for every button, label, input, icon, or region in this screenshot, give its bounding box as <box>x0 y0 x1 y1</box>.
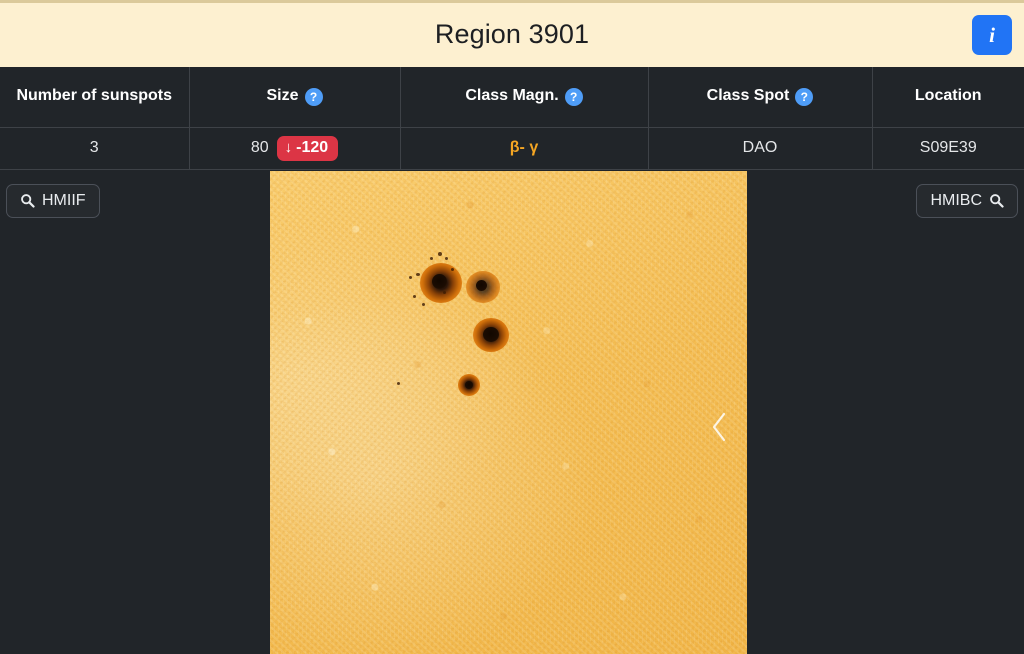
page-header: Region 3901 i <box>0 0 1024 67</box>
help-icon-size[interactable]: ? <box>304 87 323 106</box>
table-row: 3 80 ↓ -120 β- γ DAO S09E39 <box>0 127 1024 170</box>
size-delta-badge: ↓ -120 <box>276 135 339 161</box>
table-header-row: Number of sunspots Size ? Class Magn. ? … <box>0 67 1024 128</box>
solar-pore <box>422 302 425 306</box>
sunspot-2 <box>473 317 509 352</box>
previous-image-button[interactable] <box>707 408 733 446</box>
sunspot-1 <box>420 262 462 303</box>
column-header-number-of-sunspots: Number of sunspots <box>0 67 190 128</box>
search-icon <box>990 194 1004 208</box>
hmibc-view-button[interactable]: HMIBC <box>916 183 1018 218</box>
sunspot-count-value: 3 <box>89 139 99 156</box>
column-header-label: Size <box>266 87 299 105</box>
hmiif-button-label: HMIIF <box>42 191 86 209</box>
solar-pore <box>443 290 446 294</box>
solar-pore <box>445 256 448 260</box>
class-spot-value: DAO <box>742 139 778 156</box>
cell-class-spot: DAO <box>647 127 873 170</box>
hmibc-button-label: HMIBC <box>930 191 982 209</box>
chevron-left-icon <box>712 412 726 441</box>
column-header-label: Class Spot <box>706 87 790 105</box>
column-header-label: Location <box>914 87 982 105</box>
column-header-class-magn: Class Magn. ? <box>399 67 649 128</box>
solar-pore <box>413 294 416 298</box>
region-properties-table: Number of sunspots Size ? Class Magn. ? … <box>0 67 1024 170</box>
column-header-label: Class Magn. <box>465 87 559 105</box>
solar-pore <box>397 381 400 385</box>
class-magn-value: β- γ <box>509 139 539 156</box>
table-header: Number of sunspots Size ? Class Magn. ? … <box>0 67 1024 128</box>
info-button[interactable]: i <box>972 15 1012 55</box>
cell-size: 80 ↓ -120 <box>188 127 401 170</box>
help-icon-class-spot[interactable]: ? <box>795 87 814 106</box>
column-header-size: Size ? <box>188 67 401 128</box>
arrow-down-icon: ↓ <box>284 139 293 156</box>
solar-pore <box>451 267 454 271</box>
cell-class-magn: β- γ <box>399 127 649 170</box>
hmiif-view-button[interactable]: HMIIF <box>6 183 100 218</box>
column-header-class-spot: Class Spot ? <box>647 67 873 128</box>
image-viewer: HMIIF HMIBC <box>0 169 1024 654</box>
info-icon: i <box>989 22 995 47</box>
sunspot-image[interactable] <box>270 170 747 654</box>
sunspot-3 <box>458 373 480 396</box>
cell-number-of-sunspots: 3 <box>0 127 190 170</box>
table-body: 3 80 ↓ -120 β- γ DAO S09E39 <box>0 127 1024 170</box>
location-value: S09E39 <box>919 139 977 156</box>
solar-pore <box>416 272 420 276</box>
help-icon-class-magn[interactable]: ? <box>564 87 583 106</box>
solar-photosphere <box>270 170 747 654</box>
size-delta-value: -120 <box>296 138 329 156</box>
cell-location: S09E39 <box>871 127 1024 170</box>
page-title: Region 3901 <box>434 18 590 49</box>
size-value: 80 <box>250 139 269 156</box>
column-header-location: Location <box>871 67 1024 128</box>
column-header-label: Number of sunspots <box>16 87 173 105</box>
solar-pore <box>409 275 412 279</box>
sunspot-1b <box>466 270 500 303</box>
solar-pore <box>430 256 433 260</box>
solar-pore <box>438 251 442 256</box>
search-icon <box>21 194 35 208</box>
